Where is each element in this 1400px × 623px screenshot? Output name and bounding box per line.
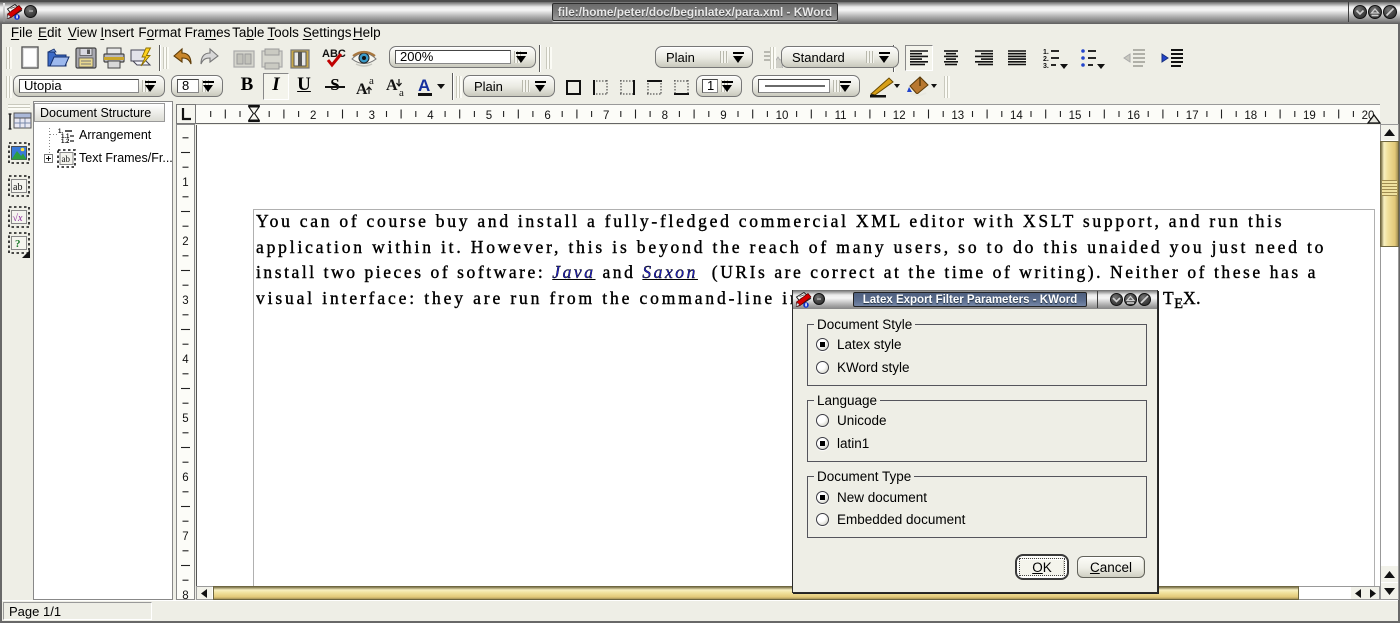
svg-text:5: 5 [486, 110, 492, 122]
svg-text:6: 6 [182, 472, 188, 484]
svg-text:11: 11 [835, 110, 847, 122]
svg-text:1: 1 [182, 177, 188, 189]
svg-text:8: 8 [182, 590, 188, 600]
svg-text:9: 9 [720, 110, 726, 122]
svg-text:16: 16 [1127, 110, 1140, 122]
svg-text:A: A [386, 77, 398, 94]
svg-text:5: 5 [182, 413, 188, 425]
svg-text:15: 15 [1069, 110, 1082, 122]
svg-text:a: a [369, 75, 374, 87]
svg-text:7: 7 [603, 110, 609, 122]
svg-text:4: 4 [182, 354, 189, 366]
svg-text:13: 13 [951, 110, 964, 122]
svg-text:6: 6 [544, 110, 550, 122]
svg-text:17: 17 [1186, 110, 1199, 122]
svg-text:2: 2 [182, 236, 188, 248]
svg-text:7: 7 [182, 531, 188, 543]
svg-text:2.: 2. [1043, 56, 1049, 63]
svg-text:ab: ab [13, 182, 22, 193]
svg-text:√x: √x [13, 213, 23, 224]
svg-text:8: 8 [662, 110, 668, 122]
svg-text:3: 3 [369, 110, 375, 122]
svg-text:a: a [399, 87, 404, 98]
svg-text:ab: ab [62, 154, 71, 164]
svg-text:ABC: ABC [322, 48, 346, 60]
svg-text:18: 18 [1244, 110, 1257, 122]
svg-text:10: 10 [776, 110, 789, 122]
svg-text:A: A [418, 76, 430, 95]
svg-text:1.2: 1.2 [61, 139, 70, 143]
svg-text:12: 12 [893, 110, 906, 122]
svg-text:?: ? [15, 238, 21, 250]
svg-text:14: 14 [1010, 110, 1023, 122]
svg-text:3: 3 [182, 295, 188, 307]
svg-text:19: 19 [1303, 110, 1316, 122]
svg-text:3.: 3. [1043, 63, 1049, 70]
svg-text:1.: 1. [1043, 49, 1049, 56]
svg-text:2: 2 [310, 110, 316, 122]
svg-text:4: 4 [427, 110, 434, 122]
